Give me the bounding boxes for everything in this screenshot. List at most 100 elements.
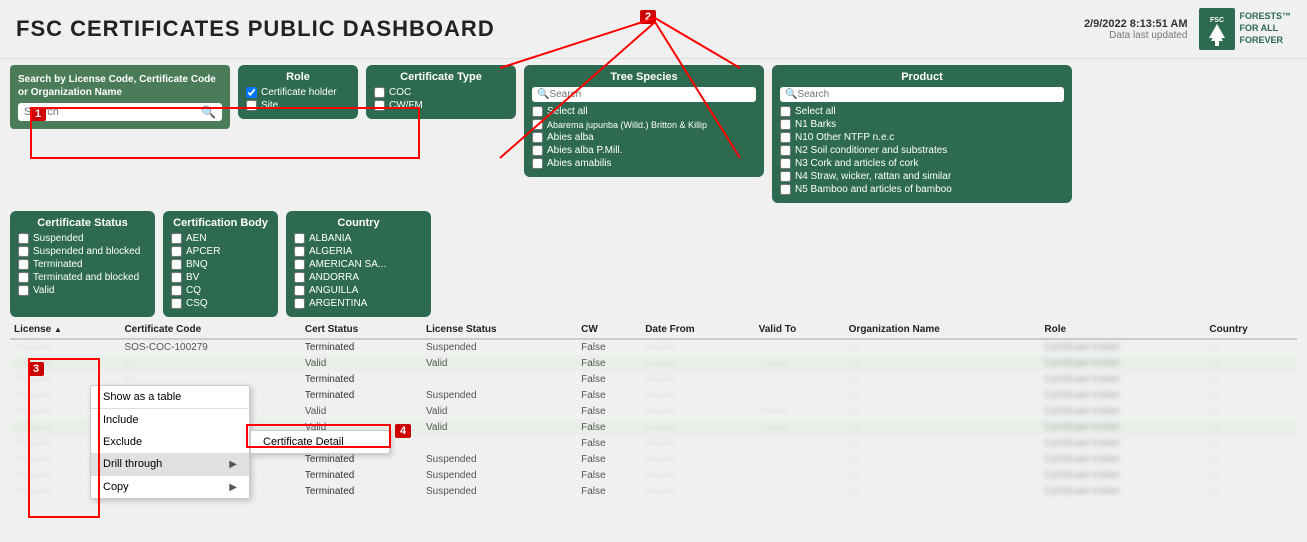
cell-cert-status: Terminated (301, 468, 422, 484)
product-option-n4[interactable]: N4 Straw, wicker, rattan and similar (780, 171, 1064, 182)
tree-species-label-1: Abies alba (547, 132, 594, 143)
product-checkbox-n4[interactable] (780, 171, 791, 182)
tree-species-checkbox-2[interactable] (532, 145, 543, 156)
logo-line2: FOR ALL (1239, 23, 1291, 35)
cert-type-label-cwfm: CW/FM (389, 100, 423, 111)
col-license-status[interactable]: License Status (422, 321, 577, 339)
cert-status-checkbox-valid[interactable] (18, 285, 29, 296)
cert-status-checkbox-suspended[interactable] (18, 233, 29, 244)
cert-body-bv[interactable]: BV (171, 272, 270, 283)
context-menu-show-as-table[interactable]: Show as a table (91, 386, 249, 408)
country-albania[interactable]: ALBANIA (294, 233, 423, 244)
country-checkbox-andorra[interactable] (294, 272, 305, 283)
country-checkbox-american-sa[interactable] (294, 259, 305, 270)
cert-body-checkbox-cq[interactable] (171, 285, 182, 296)
role-option-site[interactable]: Site (246, 100, 350, 111)
country-american-sa[interactable]: AMERICAN SA... (294, 259, 423, 270)
tree-species-select-all[interactable]: Select all (532, 106, 756, 117)
cert-type-checkbox-cwfm[interactable] (374, 100, 385, 111)
product-search-input[interactable] (797, 89, 1059, 100)
cert-body-checkbox-bnq[interactable] (171, 259, 182, 270)
product-checkbox-n2[interactable] (780, 145, 791, 156)
col-cert-status[interactable]: Cert Status (301, 321, 422, 339)
cell-date-from: ···-··-·· (641, 404, 754, 420)
cert-body-checkbox-aen[interactable] (171, 233, 182, 244)
submenu-cert-detail[interactable]: Certificate Detail (251, 431, 389, 453)
col-role[interactable]: Role (1040, 321, 1205, 339)
cert-body-aen[interactable]: AEN (171, 233, 270, 244)
tree-species-checkbox-3[interactable] (532, 158, 543, 169)
product-select-all[interactable]: Select all (780, 106, 1064, 117)
cert-status-checkbox-suspended-blocked[interactable] (18, 246, 29, 257)
col-country[interactable]: Country (1205, 321, 1297, 339)
search-input[interactable] (24, 106, 201, 118)
tree-species-search-input[interactable] (549, 89, 751, 100)
context-menu-include[interactable]: Include (91, 408, 249, 431)
cert-body-csq[interactable]: CSQ (171, 298, 270, 309)
tree-species-checkbox-all[interactable] (532, 106, 543, 117)
context-menu-drill-through[interactable]: Drill through ▶ (91, 453, 249, 475)
cert-type-coc[interactable]: COC (374, 87, 508, 98)
tree-species-search-row[interactable]: 🔍 (532, 87, 756, 102)
cert-status-suspended-blocked[interactable]: Suspended and blocked (18, 246, 147, 257)
product-option-n2[interactable]: N2 Soil conditioner and substrates (780, 145, 1064, 156)
product-option-n1[interactable]: N1 Barks (780, 119, 1064, 130)
country-anguilla[interactable]: ANGUILLA (294, 285, 423, 296)
col-date-from[interactable]: Date From (641, 321, 754, 339)
cert-type-cwfm[interactable]: CW/FM (374, 100, 508, 111)
context-menu-copy[interactable]: Copy ▶ (91, 475, 249, 498)
product-checkbox-n10[interactable] (780, 132, 791, 143)
col-cw[interactable]: CW (577, 321, 641, 339)
cert-body-checkbox-csq[interactable] (171, 298, 182, 309)
product-checkbox-n3[interactable] (780, 158, 791, 169)
cert-status-terminated-blocked[interactable]: Terminated and blocked (18, 272, 147, 283)
tree-species-option-2[interactable]: Abies alba P.Mill. (532, 145, 756, 156)
cert-type-checkbox-coc[interactable] (374, 87, 385, 98)
tree-species-option-0[interactable]: Abarema jupunba (Willd.) Britton & Killi… (532, 119, 756, 130)
country-checkbox-anguilla[interactable] (294, 285, 305, 296)
cert-body-bnq[interactable]: BNQ (171, 259, 270, 270)
tree-species-option-1[interactable]: Abies alba (532, 132, 756, 143)
context-menu-exclude[interactable]: Exclude (91, 431, 249, 453)
cert-status-checkbox-terminated[interactable] (18, 259, 29, 270)
country-label-argentina: ARGENTINA (309, 298, 367, 309)
cert-status-checkbox-terminated-blocked[interactable] (18, 272, 29, 283)
product-checkbox-n5[interactable] (780, 184, 791, 195)
product-option-n3[interactable]: N3 Cork and articles of cork (780, 158, 1064, 169)
country-argentina[interactable]: ARGENTINA (294, 298, 423, 309)
product-option-n10[interactable]: N10 Other NTFP n.e.c (780, 132, 1064, 143)
country-checkbox-argentina[interactable] (294, 298, 305, 309)
tree-species-option-3[interactable]: Abies amabilis (532, 158, 756, 169)
table-row[interactable]: ···-···-··· SOS-COC-100279 Terminated Su… (10, 339, 1297, 356)
cert-body-checkbox-apcer[interactable] (171, 246, 182, 257)
product-search-row[interactable]: 🔍 (780, 87, 1064, 102)
cert-body-cq[interactable]: CQ (171, 285, 270, 296)
country-checkbox-algeria[interactable] (294, 246, 305, 257)
country-andorra[interactable]: ANDORRA (294, 272, 423, 283)
country-checkbox-albania[interactable] (294, 233, 305, 244)
product-checkbox-n1[interactable] (780, 119, 791, 130)
country-algeria[interactable]: ALGERIA (294, 246, 423, 257)
col-license[interactable]: License ▲ (10, 321, 120, 339)
cell-valid-to (755, 388, 845, 404)
submenu-drill-through: Certificate Detail (250, 430, 390, 454)
product-checkbox-all[interactable] (780, 106, 791, 117)
cert-status-valid[interactable]: Valid (18, 285, 147, 296)
cert-body-apcer[interactable]: APCER (171, 246, 270, 257)
cell-org-name: ··· (845, 420, 1041, 436)
table-row[interactable]: ···-···-··· ··· Valid Valid False ···-··… (10, 356, 1297, 372)
col-cert-code[interactable]: Certificate Code (120, 321, 300, 339)
cert-body-checkbox-bv[interactable] (171, 272, 182, 283)
col-org-name[interactable]: Organization Name (845, 321, 1041, 339)
product-option-n5[interactable]: N5 Bamboo and articles of bamboo (780, 184, 1064, 195)
search-input-row[interactable]: 🔍 (18, 103, 222, 121)
cert-status-suspended[interactable]: Suspended (18, 233, 147, 244)
role-checkbox-cert-holder[interactable] (246, 87, 257, 98)
col-valid-to[interactable]: Valid To (755, 321, 845, 339)
role-checkbox-site[interactable] (246, 100, 257, 111)
cell-date-from: ···-··-·· (641, 436, 754, 452)
tree-species-checkbox-0[interactable] (532, 119, 543, 130)
cert-status-terminated[interactable]: Terminated (18, 259, 147, 270)
tree-species-checkbox-1[interactable] (532, 132, 543, 143)
role-option-cert-holder[interactable]: Certificate holder (246, 87, 350, 98)
